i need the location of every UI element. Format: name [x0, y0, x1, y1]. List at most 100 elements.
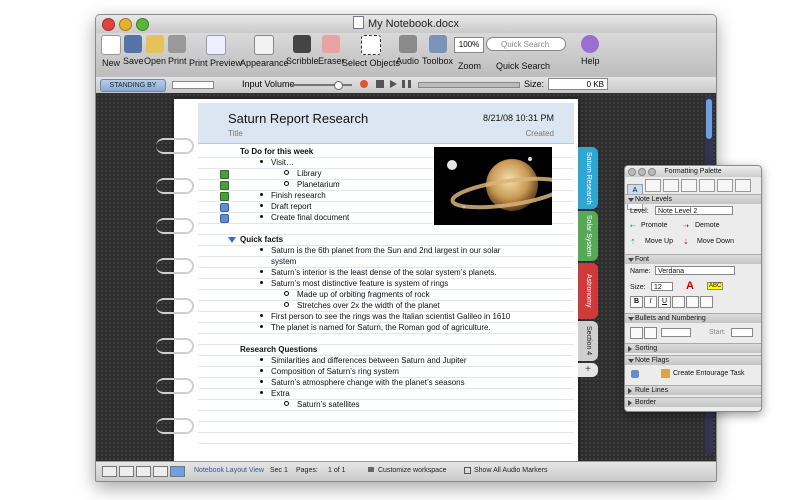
status-bar: Notebook Layout View Sec 1 Pages: 1 of 1… [96, 461, 716, 481]
tab-saturn-research[interactable]: Saturn Research [578, 147, 598, 209]
list-item: Composition of Saturn’s ring system [260, 367, 399, 377]
checkbox-flag-icon[interactable] [220, 181, 229, 190]
saturn-image[interactable] [434, 147, 552, 225]
document-icon [352, 16, 364, 29]
toolbox-button[interactable]: Toolbox [422, 35, 453, 66]
strikethrough-button[interactable] [672, 296, 685, 308]
section-bullets-numbering[interactable]: Bullets and Numbering [625, 313, 761, 323]
checkbox-flag-icon[interactable] [220, 170, 229, 179]
scrapbook-tab-icon[interactable] [681, 179, 697, 192]
add-section-button[interactable]: + [578, 363, 598, 377]
collapse-triangle-icon[interactable] [228, 237, 236, 243]
pause-button[interactable] [402, 80, 411, 88]
numbered-list-button[interactable] [630, 327, 643, 339]
subscript-button[interactable] [700, 296, 713, 308]
save-icon [124, 35, 143, 53]
todo-visit: Visit… [271, 158, 294, 167]
binder-ring [156, 378, 194, 394]
move-up-button[interactable]: Move Up [645, 238, 673, 245]
tab-astronomy[interactable]: Astronomy [578, 263, 598, 319]
reference-tab-icon[interactable] [699, 179, 715, 192]
note-flag-icon[interactable] [631, 370, 639, 378]
print-button[interactable]: Print [168, 35, 187, 66]
zoom-window-button[interactable] [136, 18, 149, 31]
help-button[interactable]: Help [581, 35, 600, 66]
page-layout-view-button[interactable] [136, 466, 151, 477]
section-rule-lines[interactable]: Rule Lines [625, 385, 761, 395]
section-sorting[interactable]: Sorting [625, 343, 761, 353]
section-note-levels[interactable]: Note Levels [625, 194, 761, 204]
demote-icon: ⇢ [683, 223, 689, 230]
save-button[interactable]: Save [123, 35, 144, 66]
input-volume-knob[interactable] [334, 81, 343, 90]
tab-section-4[interactable]: Section 4 [578, 321, 598, 361]
bold-button[interactable]: B [630, 296, 643, 308]
normal-view-button[interactable] [102, 466, 117, 477]
note-body[interactable]: To Do for this week Visit… Library Plane… [198, 147, 574, 447]
promote-button[interactable]: Promote [641, 222, 667, 229]
font-name-select[interactable]: Verdana [655, 266, 735, 275]
zoom-select[interactable]: 100% [454, 37, 484, 53]
appearance-button[interactable]: Appearance [240, 35, 289, 68]
todo-heading: To Do for this week [240, 147, 314, 156]
note-title[interactable]: Saturn Report Research [228, 111, 368, 126]
note-level-select[interactable]: Note Level 2 [655, 206, 733, 215]
customize-workspace-menu[interactable]: Customize workspace [378, 467, 446, 474]
binder-ring [156, 178, 194, 194]
start-number-field[interactable] [731, 328, 753, 337]
task-flag-icon[interactable] [220, 203, 229, 212]
palette-zoom-button[interactable] [648, 168, 656, 176]
show-audio-markers[interactable]: Show All Audio Markers [474, 467, 548, 474]
print-preview-button[interactable]: Print Preview [189, 35, 242, 68]
section-font[interactable]: Font [625, 254, 761, 264]
underline-button[interactable]: U [658, 296, 671, 308]
font-size-select[interactable]: 12 [651, 282, 673, 291]
saturn-planet-icon [447, 157, 552, 211]
record-button[interactable] [360, 80, 368, 88]
bullet-style-select[interactable] [661, 328, 691, 337]
close-button[interactable] [102, 18, 115, 31]
tab-solar-system[interactable]: Solar System [578, 211, 598, 261]
object-palette-tab-icon[interactable] [645, 179, 661, 192]
scroll-thumb[interactable] [706, 99, 712, 139]
checkbox-icon[interactable] [464, 467, 471, 474]
audio-button[interactable]: Audio [396, 35, 419, 66]
move-down-button[interactable]: Move Down [697, 238, 734, 245]
palette-minimize-button[interactable] [638, 168, 646, 176]
create-entourage-task-button[interactable]: Create Entourage Task [673, 370, 744, 377]
quick-search-input[interactable]: Quick Search [486, 37, 566, 51]
section-note-flags[interactable]: Note Flags [625, 355, 761, 365]
task-flag-icon[interactable] [220, 214, 229, 223]
eraser-button[interactable]: Eraser [318, 35, 345, 66]
project-tab-icon[interactable] [735, 179, 751, 192]
citations-tab-icon[interactable] [663, 179, 679, 192]
font-color-button[interactable]: A [686, 280, 694, 292]
input-volume-slider[interactable] [292, 81, 352, 90]
view-switcher [102, 466, 187, 479]
zoom-label: Zoom [458, 61, 482, 71]
play-button[interactable] [390, 80, 397, 88]
checkbox-flag-icon[interactable] [220, 192, 229, 201]
todo-planetarium: Planetarium [297, 180, 340, 189]
demote-button[interactable]: Demote [695, 222, 720, 229]
list-item: Similarities and differences between Sat… [260, 356, 467, 366]
publishing-view-button[interactable] [170, 466, 185, 477]
italic-button[interactable]: I [644, 296, 657, 308]
stop-button[interactable] [376, 80, 384, 88]
new-button[interactable]: New [101, 35, 121, 68]
notebook-view-button[interactable] [153, 466, 168, 477]
open-button[interactable]: Open [144, 35, 166, 66]
compatibility-tab-icon[interactable] [717, 179, 733, 192]
font-name-label: Name: [630, 268, 651, 275]
superscript-button[interactable] [686, 296, 699, 308]
section-border[interactable]: Border [625, 397, 761, 407]
list-item: Planetarium [284, 180, 340, 190]
scribble-button[interactable]: Scribble [286, 35, 319, 66]
audio-timeline[interactable] [418, 82, 520, 88]
palette-close-button[interactable] [628, 168, 636, 176]
highlight-button[interactable]: ABC [707, 282, 724, 290]
select-objects-button[interactable]: Select Objects [342, 35, 400, 68]
minimize-button[interactable] [119, 18, 132, 31]
outline-view-button[interactable] [119, 466, 134, 477]
bulleted-list-button[interactable] [644, 327, 657, 339]
